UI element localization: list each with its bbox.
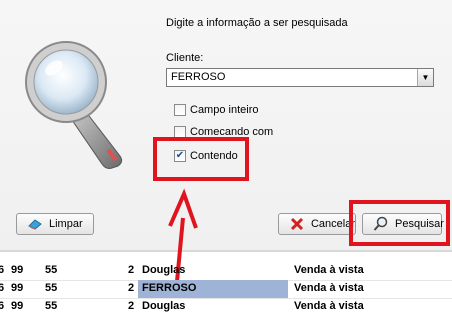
option-label: Campo inteiro bbox=[190, 104, 259, 116]
close-icon bbox=[289, 217, 305, 231]
magnifier-icon bbox=[25, 41, 123, 169]
table-row[interactable]: 6 99 55 2 Douglas Venda à vista bbox=[0, 262, 452, 281]
client-label: Cliente: bbox=[166, 52, 204, 64]
annotation-box-pesquisar bbox=[349, 200, 450, 246]
annotation-box-contendo bbox=[153, 137, 249, 181]
clear-button[interactable]: Limpar bbox=[16, 213, 94, 235]
eraser-icon bbox=[27, 217, 43, 231]
client-value: FERROSO bbox=[171, 71, 226, 83]
chevron-down-icon[interactable]: ▼ bbox=[417, 69, 433, 86]
client-combobox[interactable]: FERROSO ▼ bbox=[166, 68, 434, 87]
table-row[interactable]: 6 99 55 2 Douglas Venda à vista bbox=[0, 298, 452, 316]
prompt-text: Digite a informação a ser pesquisada bbox=[166, 17, 348, 29]
checkbox-campo-inteiro[interactable] bbox=[174, 104, 186, 116]
table-row-selected[interactable]: 6 99 55 2 FERROSO Venda à vista bbox=[0, 280, 452, 299]
dialog-border bbox=[0, 250, 452, 252]
cancel-button[interactable]: Cancelar bbox=[278, 213, 356, 235]
option-campo-inteiro[interactable]: Campo inteiro bbox=[174, 102, 258, 118]
